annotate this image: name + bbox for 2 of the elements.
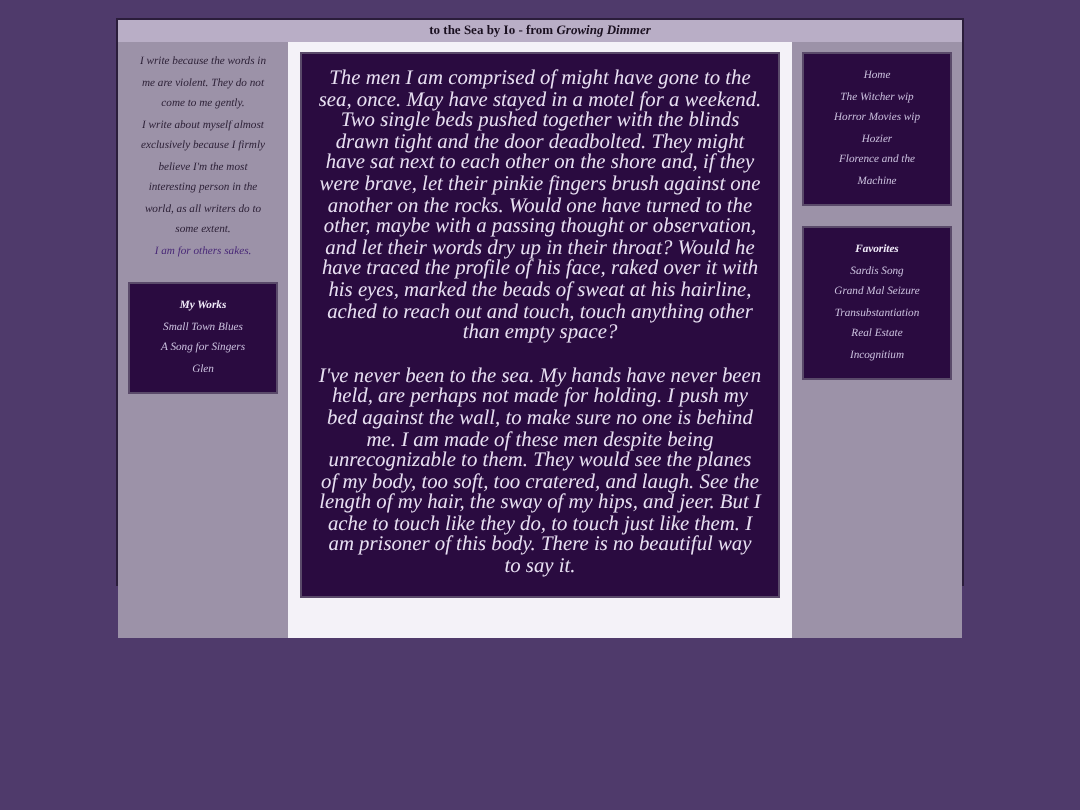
story-paragraph: The men I am comprised of might have gone to the sea, once. May have stayed in a motel for a weekend. Two single beds pushed together with the blinds drawn tight and the door deadbolted. They might have sat next to each other on the shore and, if they were brave, let their pinkie fingers brush against one another on the rocks. Would one have turned to the other, maybe with a passing thought or observation, and let their words dry up in their throat? Would he have traced the profile of his face, raked over it with his eyes, marked the beads of sweat at his hairline, ached to reach out and touch, touch anything other than empty space? — [318, 70, 762, 346]
story-paragraph: I've never been to the sea. My hands have never been held, are perhaps not made for holding. I push my bed against the wall, to make sure no one is behind me. I am made of these men despite being unrecognizable to them. They would see the planes of my body, too soft, too cratered, and laugh. See the length of my hair, the sway of my hips, and jeer. But I ache to touch like they do, to touch just like them. I am prisoner of this body. There is no beautiful way to say it. — [318, 367, 762, 580]
